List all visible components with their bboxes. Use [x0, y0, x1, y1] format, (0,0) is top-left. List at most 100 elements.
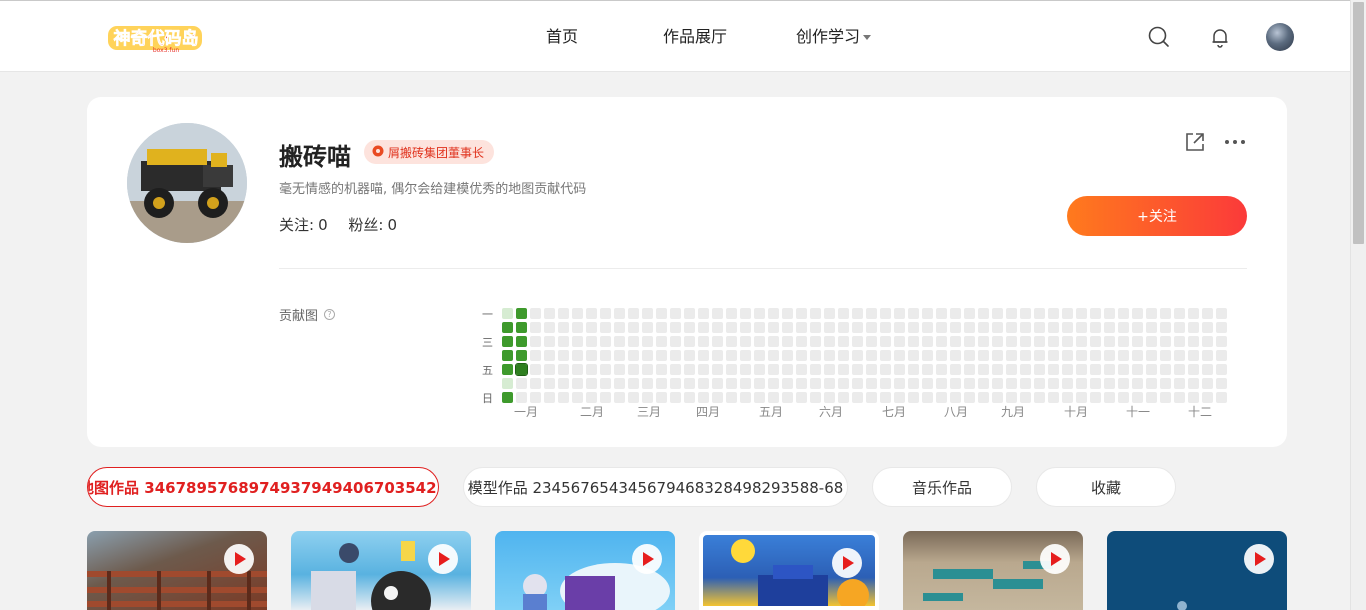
heatmap-cell[interactable]	[838, 364, 849, 375]
heatmap-cell[interactable]	[810, 336, 821, 347]
heatmap-cell[interactable]	[1202, 322, 1213, 333]
heatmap-cell[interactable]	[740, 336, 751, 347]
heatmap-cell[interactable]	[922, 336, 933, 347]
heatmap-cell[interactable]	[936, 350, 947, 361]
heatmap-cell[interactable]	[1062, 364, 1073, 375]
heatmap-cell[interactable]	[852, 350, 863, 361]
heatmap-cell[interactable]	[950, 336, 961, 347]
heatmap-cell[interactable]	[502, 322, 513, 333]
heatmap-cell[interactable]	[1216, 336, 1227, 347]
heatmap-cell[interactable]	[1104, 308, 1115, 319]
heatmap-cell[interactable]	[600, 336, 611, 347]
heatmap-cell[interactable]	[1188, 350, 1199, 361]
heatmap-cell[interactable]	[810, 308, 821, 319]
heatmap-cell[interactable]	[1034, 364, 1045, 375]
heatmap-cell[interactable]	[1118, 364, 1129, 375]
more-icon[interactable]	[1223, 131, 1247, 153]
heatmap-cell[interactable]	[1048, 322, 1059, 333]
heatmap-cell[interactable]	[1202, 392, 1213, 403]
heatmap-cell[interactable]	[754, 364, 765, 375]
heatmap-cell[interactable]	[684, 392, 695, 403]
heatmap-cell[interactable]	[880, 378, 891, 389]
heatmap-cell[interactable]	[824, 378, 835, 389]
heatmap-cell[interactable]	[936, 378, 947, 389]
heatmap-cell[interactable]	[824, 392, 835, 403]
heatmap-cell[interactable]	[1146, 322, 1157, 333]
heatmap-cell[interactable]	[1090, 350, 1101, 361]
heatmap-cell[interactable]	[656, 322, 667, 333]
heatmap-cell[interactable]	[726, 350, 737, 361]
heatmap-cell[interactable]	[572, 364, 583, 375]
heatmap-cell[interactable]	[964, 322, 975, 333]
heatmap-cell[interactable]	[516, 322, 527, 333]
heatmap-cell[interactable]	[656, 378, 667, 389]
heatmap-cell[interactable]	[572, 308, 583, 319]
work-card[interactable]	[699, 531, 879, 610]
heatmap-cell[interactable]	[978, 350, 989, 361]
heatmap-cell[interactable]	[908, 378, 919, 389]
heatmap-cell[interactable]	[502, 308, 513, 319]
heatmap-cell[interactable]	[600, 308, 611, 319]
heatmap-cell[interactable]	[1146, 364, 1157, 375]
heatmap-cell[interactable]	[782, 392, 793, 403]
heatmap-cell[interactable]	[992, 364, 1003, 375]
heatmap-cell[interactable]	[698, 364, 709, 375]
scrollbar-thumb[interactable]	[1353, 2, 1364, 244]
heatmap-cell[interactable]	[1174, 364, 1185, 375]
heatmap-cell[interactable]	[1104, 364, 1115, 375]
heatmap-cell[interactable]	[950, 322, 961, 333]
heatmap-cell[interactable]	[558, 308, 569, 319]
heatmap-cell[interactable]	[810, 322, 821, 333]
heatmap-cell[interactable]	[698, 378, 709, 389]
heatmap-cell[interactable]	[1174, 392, 1185, 403]
following-count[interactable]: 0	[318, 216, 328, 234]
heatmap-cell[interactable]	[1160, 322, 1171, 333]
heatmap-cell[interactable]	[782, 350, 793, 361]
work-card[interactable]	[87, 531, 267, 610]
heatmap-cell[interactable]	[712, 350, 723, 361]
play-icon[interactable]	[224, 544, 254, 574]
heatmap-cell[interactable]	[516, 308, 527, 319]
heatmap-cell[interactable]	[1146, 308, 1157, 319]
heatmap-cell[interactable]	[530, 308, 541, 319]
heatmap-cell[interactable]	[866, 308, 877, 319]
nav-gallery[interactable]: 作品展厅	[663, 23, 727, 47]
heatmap-cell[interactable]	[684, 322, 695, 333]
heatmap-cell[interactable]	[768, 364, 779, 375]
heatmap-cell[interactable]	[810, 350, 821, 361]
heatmap-cell[interactable]	[908, 322, 919, 333]
heatmap-cell[interactable]	[1118, 308, 1129, 319]
heatmap-cell[interactable]	[1020, 350, 1031, 361]
heatmap-cell[interactable]	[516, 336, 527, 347]
heatmap-cell[interactable]	[614, 378, 625, 389]
heatmap-cell[interactable]	[796, 378, 807, 389]
heatmap-cell[interactable]	[866, 364, 877, 375]
heatmap-cell[interactable]	[726, 378, 737, 389]
heatmap-cell[interactable]	[1202, 308, 1213, 319]
heatmap-cell[interactable]	[670, 364, 681, 375]
heatmap-cell[interactable]	[544, 364, 555, 375]
heatmap-cell[interactable]	[852, 308, 863, 319]
heatmap-cell[interactable]	[978, 378, 989, 389]
heatmap-cell[interactable]	[684, 336, 695, 347]
heatmap-cell[interactable]	[782, 322, 793, 333]
heatmap-cell[interactable]	[782, 378, 793, 389]
heatmap-cell[interactable]	[922, 350, 933, 361]
heatmap-cell[interactable]	[950, 364, 961, 375]
heatmap-cell[interactable]	[740, 378, 751, 389]
heatmap-cell[interactable]	[964, 364, 975, 375]
search-icon[interactable]	[1147, 25, 1171, 49]
heatmap-cell[interactable]	[1076, 308, 1087, 319]
heatmap-cell[interactable]	[586, 378, 597, 389]
heatmap-cell[interactable]	[726, 308, 737, 319]
heatmap-cell[interactable]	[628, 392, 639, 403]
heatmap-cell[interactable]	[572, 322, 583, 333]
heatmap-cell[interactable]	[726, 364, 737, 375]
heatmap-cell[interactable]	[698, 322, 709, 333]
heatmap-cell[interactable]	[1034, 378, 1045, 389]
heatmap-cell[interactable]	[1118, 322, 1129, 333]
heatmap-cell[interactable]	[1006, 350, 1017, 361]
heatmap-cell[interactable]	[908, 350, 919, 361]
heatmap-cell[interactable]	[782, 364, 793, 375]
follow-button[interactable]: +关注	[1067, 196, 1247, 236]
